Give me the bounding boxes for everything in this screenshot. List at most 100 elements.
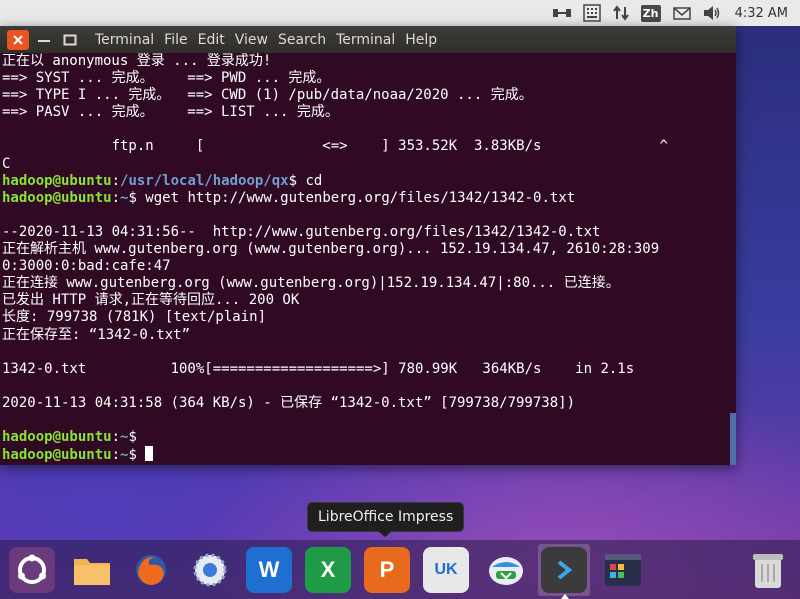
transfer-icon[interactable] bbox=[612, 0, 629, 26]
software-center-letter: UK bbox=[434, 561, 458, 578]
terminal-line: 长度: 799738 (781K) [text/plain] bbox=[0, 309, 736, 326]
terminal-titlebar[interactable]: Terminal File Edit View Search Terminal Help bbox=[0, 26, 736, 53]
menu-file[interactable]: File bbox=[164, 32, 187, 48]
terminal-text: $ wget http://www.gutenberg.org/files/13… bbox=[128, 189, 576, 206]
ubuntu-dash-icon bbox=[9, 547, 55, 593]
terminal-line: ==> PASV ... 完成。 ==> LIST ... 完成。 bbox=[0, 104, 736, 121]
terminal-line: 1342-0.txt 100%[===================>] 78… bbox=[0, 361, 736, 378]
libreoffice-writer-letter: W bbox=[258, 557, 280, 582]
terminal-line: --2020-11-13 04:31:56-- http://www.guten… bbox=[0, 224, 736, 241]
libreoffice-impress-letter: P bbox=[379, 557, 395, 582]
terminal-text: $ cd bbox=[288, 172, 323, 189]
dock-item-libreoffice-impress[interactable]: P bbox=[361, 544, 413, 596]
terminal-text: 正在保存至: “1342-0.txt” bbox=[2, 326, 191, 343]
dock-item-ubuntu-dash[interactable] bbox=[6, 544, 58, 596]
terminal-text: --2020-11-13 04:31:56-- http://www.guten… bbox=[2, 223, 601, 240]
terminal-text: : bbox=[111, 189, 121, 206]
menu-search[interactable]: Search bbox=[278, 32, 326, 48]
terminal-line: 已发出 HTTP 请求,正在等待回应... 200 OK bbox=[0, 292, 736, 309]
dock-item-libreoffice-calc[interactable]: X bbox=[302, 544, 354, 596]
libreoffice-impress-icon: P bbox=[364, 547, 410, 593]
terminal-output[interactable]: 正在以 anonymous 登录 ... 登录成功! ==> SYST ... 完… bbox=[0, 53, 736, 465]
menu-view[interactable]: View bbox=[235, 32, 268, 48]
firefox-icon bbox=[128, 547, 174, 593]
menu-terminal[interactable]: Terminal bbox=[95, 32, 154, 48]
input-language-indicator[interactable]: Zh bbox=[640, 0, 661, 26]
terminal-text: ==> PASV ... 完成。 ==> LIST ... 完成。 bbox=[2, 104, 339, 121]
terminal-text: 0:3000:0:bad:cafe:47 bbox=[2, 258, 171, 275]
tooltip-arrow bbox=[377, 530, 393, 537]
dock-item-chromium-browser[interactable] bbox=[184, 544, 236, 596]
dock-item-software-center[interactable]: UK bbox=[420, 544, 472, 596]
dock-tooltip: LibreOffice Impress bbox=[307, 502, 465, 532]
workspace-switcher-icon bbox=[600, 547, 646, 593]
terminal-line: hadoop@ubuntu:/usr/local/hadoop/qx$ cd bbox=[0, 173, 736, 190]
volume-icon[interactable] bbox=[703, 0, 721, 26]
terminal-line: ==> TYPE I ... 完成。 ==> CWD (1) /pub/data… bbox=[0, 87, 736, 104]
chromium-browser-icon bbox=[187, 547, 233, 593]
terminal-line: 0:3000:0:bad:cafe:47 bbox=[0, 258, 736, 275]
clock[interactable]: 4:32 AM bbox=[735, 6, 788, 21]
minimize-button[interactable] bbox=[33, 30, 55, 50]
menu-help[interactable]: Help bbox=[405, 32, 437, 48]
close-button[interactable] bbox=[7, 29, 29, 50]
prompt-user: hadoop@ubuntu bbox=[2, 429, 112, 446]
terminal-icon bbox=[541, 547, 587, 593]
terminal-line: ==> SYST ... 完成。 ==> PWD ... 完成。 bbox=[0, 70, 736, 87]
maximize-button[interactable] bbox=[59, 30, 81, 50]
terminal-line: 正在解析主机 www.gutenberg.org (www.gutenberg.… bbox=[0, 241, 736, 258]
dock-item-trash[interactable] bbox=[742, 544, 794, 596]
terminal-scrollbar[interactable] bbox=[730, 413, 736, 465]
menu-terminal[interactable]: Terminal bbox=[336, 32, 395, 48]
prompt-user: hadoop@ubuntu bbox=[2, 447, 112, 464]
close-icon bbox=[13, 34, 23, 45]
terminal-text: ==> SYST ... 完成。 ==> PWD ... 完成。 bbox=[2, 70, 331, 87]
dock-item-system-updater[interactable] bbox=[480, 544, 532, 596]
terminal-text: 2020-11-13 04:31:58 (364 KB/s) - 已保存 “13… bbox=[2, 394, 576, 411]
terminal-text: C bbox=[2, 155, 11, 172]
terminal-text: 1342-0.txt 100%[===================>] 78… bbox=[2, 360, 635, 377]
prompt-user: hadoop@ubuntu bbox=[2, 189, 112, 206]
terminal-text: $ bbox=[128, 447, 146, 464]
dock-item-firefox[interactable] bbox=[125, 544, 177, 596]
trash-icon bbox=[745, 547, 791, 593]
terminal-text: ==> TYPE I ... 完成。 ==> CWD (1) /pub/data… bbox=[2, 87, 533, 104]
terminal-text: 正在连接 www.gutenberg.org (www.gutenberg.or… bbox=[2, 275, 620, 292]
terminal-text: $ bbox=[128, 429, 137, 446]
keyboard-icon[interactable] bbox=[582, 0, 601, 26]
terminal-line: hadoop@ubuntu:~$ wget http://www.gutenbe… bbox=[0, 190, 736, 207]
mail-icon[interactable] bbox=[672, 0, 691, 26]
terminal-text: 长度: 799738 (781K) [text/plain] bbox=[2, 309, 267, 326]
network-icon[interactable] bbox=[552, 0, 571, 26]
files-folder-icon bbox=[69, 547, 115, 593]
terminal-text: ftp.n [ <=> ] 353.52K 3.83KB/s ^ bbox=[2, 138, 668, 155]
terminal-line: C bbox=[0, 156, 736, 173]
prompt-user: hadoop@ubuntu bbox=[2, 172, 112, 189]
terminal-text: 已发出 HTTP 请求,正在等待回应... 200 OK bbox=[2, 292, 300, 309]
libreoffice-writer-icon: W bbox=[246, 547, 292, 593]
system-updater-icon bbox=[483, 547, 529, 593]
terminal-text: : bbox=[111, 429, 121, 446]
maximize-icon bbox=[63, 34, 77, 45]
terminal-line: 正在以 anonymous 登录 ... 登录成功! bbox=[0, 53, 736, 70]
terminal-line: hadoop@ubuntu:~$ bbox=[0, 446, 736, 463]
minimize-icon bbox=[38, 39, 50, 42]
libreoffice-calc-letter: X bbox=[320, 557, 336, 582]
dock-item-libreoffice-writer[interactable]: W bbox=[243, 544, 295, 596]
terminal-line: ftp.n [ <=> ] 353.52K 3.83KB/s ^ bbox=[0, 138, 736, 155]
terminal-line: 正在连接 www.gutenberg.org (www.gutenberg.or… bbox=[0, 275, 736, 292]
running-indicator bbox=[561, 594, 569, 599]
terminal-line: 正在保存至: “1342-0.txt” bbox=[0, 327, 736, 344]
terminal-text: 正在解析主机 www.gutenberg.org (www.gutenberg.… bbox=[2, 241, 660, 258]
dock-item-workspace-switcher[interactable] bbox=[597, 544, 649, 596]
dock-item-terminal[interactable] bbox=[538, 544, 590, 599]
menu-edit[interactable]: Edit bbox=[198, 32, 225, 48]
prompt-path: /usr/local/hadoop/qx bbox=[120, 172, 289, 189]
dock-item-files-folder[interactable] bbox=[66, 544, 118, 596]
terminal-text: : bbox=[111, 172, 121, 189]
launcher-dock: W X P UK bbox=[0, 540, 800, 599]
